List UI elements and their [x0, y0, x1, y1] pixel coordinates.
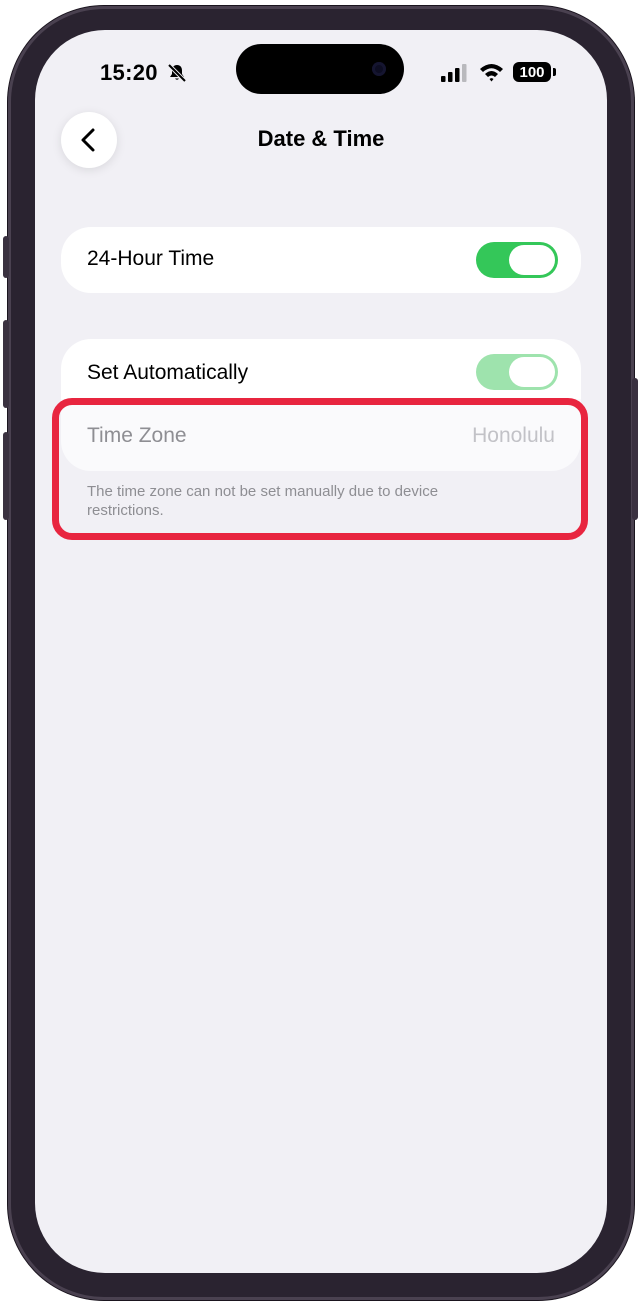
time-zone-footnote: The time zone can not be set manually du…: [87, 483, 439, 519]
bell-slash-icon: [167, 63, 187, 83]
hour24-label: 24-Hour Time: [87, 247, 215, 270]
set-automatically-toggle[interactable]: [476, 354, 558, 390]
action-button: [3, 236, 9, 278]
screen: 15:20 100 Date & Time 24-Hour Time Set A: [35, 30, 607, 1273]
time-zone-row[interactable]: Time Zone Honolulu: [61, 399, 581, 471]
dynamic-island: [236, 44, 404, 94]
set-automatically-label: Set Automatically: [87, 361, 249, 384]
wifi-icon: [480, 64, 503, 82]
toggle-knob: [509, 357, 555, 387]
battery-tip: [553, 68, 556, 76]
volume-down-button: [3, 432, 9, 520]
hour24-card: 24-Hour Time: [61, 227, 581, 293]
volume-up-button: [3, 320, 9, 408]
time-zone-value: Honolulu: [472, 424, 555, 447]
page-title: Date & Time: [257, 126, 385, 151]
hour24-toggle[interactable]: [476, 242, 558, 278]
battery-icon: 100: [513, 62, 551, 82]
toggle-knob: [509, 245, 555, 275]
signal-icon: [441, 64, 467, 82]
status-time: 15:20: [100, 60, 158, 85]
camera-icon: [372, 62, 386, 76]
time-zone-label: Time Zone: [87, 424, 187, 447]
power-button: [632, 378, 638, 520]
